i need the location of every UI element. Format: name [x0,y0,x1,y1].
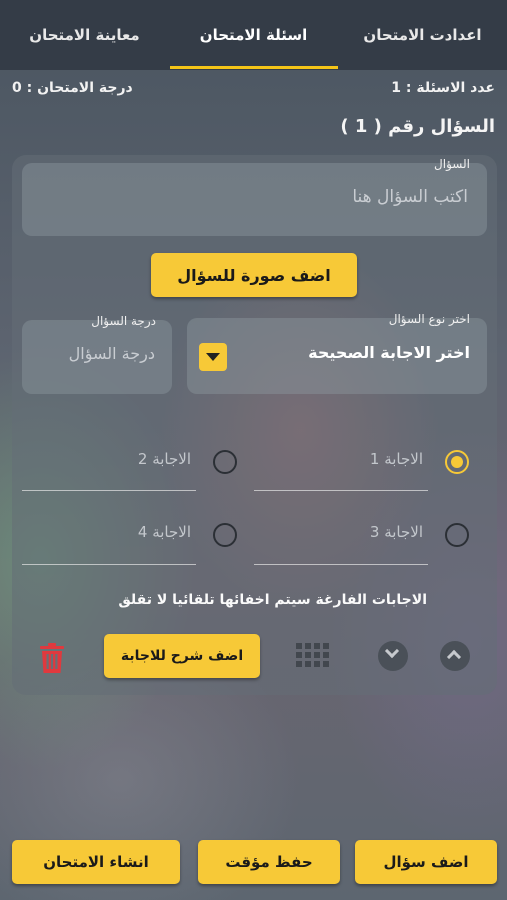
caret-down-icon[interactable] [199,343,227,371]
question-grade-placeholder: درجة السؤال [68,344,155,363]
question-text-label: السؤال [434,157,470,171]
answer-1-input[interactable]: الاجابة 1 [370,450,423,468]
answer-3-radio[interactable] [445,523,469,547]
answer-4-underline [22,564,196,565]
active-tab-indicator [170,66,338,69]
answer-3-underline [254,564,428,565]
empty-answers-note: الاجابات الفارغة سيتم اخفائها تلقائيا لا… [118,592,427,608]
question-title: السؤال رقم ( 1 ) [340,116,495,137]
answer-4-radio[interactable] [213,523,237,547]
save-draft-button[interactable]: حفظ مؤقت [198,840,340,884]
tab-bar: معاينة الامتحان اسئلة الامتحان اعدادت ال… [0,0,507,70]
trash-icon[interactable] [38,642,66,674]
add-question-image-button[interactable]: اضف صورة للسؤال [151,253,357,297]
tab-exam-questions[interactable]: اسئلة الامتحان [169,0,338,70]
chevron-up-icon [446,649,462,665]
answer-1-radio[interactable] [445,450,469,474]
answer-4-input[interactable]: الاجابة 4 [138,523,191,541]
answer-3-input[interactable]: الاجابة 3 [370,523,423,541]
answer-2-input[interactable]: الاجابة 2 [138,450,191,468]
answer-2-underline [22,490,196,491]
answer-2-radio[interactable] [213,450,237,474]
tab-exam-preview[interactable]: معاينة الامتحان [0,0,169,70]
chevron-down-icon [384,643,400,659]
tab-exam-settings[interactable]: اعدادت الامتحان [338,0,507,70]
question-type-value: اختر الاجابة الصحيحة [308,343,470,362]
grid-icon[interactable] [296,643,329,671]
exam-grade-summary: درجة الامتحان : 0 [12,80,133,96]
answer-1-underline [254,490,428,491]
questions-count-summary: عدد الاسئلة : 1 [391,80,495,96]
question-card [12,155,497,695]
question-type-label: اختر نوع السؤال [388,312,470,326]
add-question-button[interactable]: اضف سؤال [355,840,497,884]
add-explanation-button[interactable]: اضف شرح للاجابة [104,634,260,678]
move-up-button[interactable] [440,641,470,671]
create-exam-button[interactable]: انشاء الامتحان [12,840,180,884]
question-text-placeholder: اكتب السؤال هنا [352,187,468,207]
move-down-button[interactable] [378,641,408,671]
question-grade-label: درجة السؤال [91,314,156,328]
